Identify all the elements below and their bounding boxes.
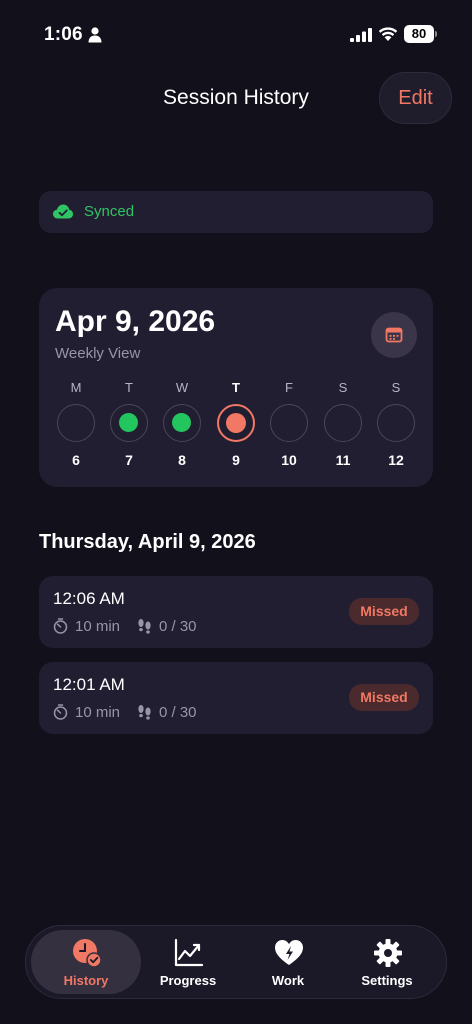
screen: 1:06 80 Session History Edit Synced Apr … [0,0,472,1024]
status-badge: Missed [349,684,419,711]
day-indicator-empty [57,404,95,442]
day-column-mon[interactable]: M 6 [56,380,96,468]
day-number: 7 [125,452,133,468]
tab-bar: History Progress Work Settings [25,925,447,999]
sync-banner: Synced [39,191,433,233]
day-column-fri[interactable]: F 10 [269,380,309,468]
day-column-thu[interactable]: T 9 [216,380,256,468]
day-number: 10 [281,452,297,468]
day-number: 12 [388,452,404,468]
tab-label: Work [271,973,305,988]
day-number: 8 [178,452,186,468]
day-letter: S [391,380,401,395]
status-time: 1:06 [44,24,83,45]
day-column-sun[interactable]: S 12 [376,380,416,468]
status-badge: Missed [349,598,419,625]
tab-history[interactable]: History [31,930,141,994]
day-letter: W [175,380,189,395]
session-time: 12:01 AM [53,675,125,694]
sessions-date-heading: Thursday, April 9, 2026 [39,531,256,553]
day-indicator-empty [377,404,415,442]
day-column-sat[interactable]: S 11 [323,380,363,468]
session-card[interactable]: 12:06 AM 10 min 0 / 30 Missed [39,576,433,648]
day-indicator-empty [324,404,362,442]
selected-date: Apr 9, 2026 [55,305,216,338]
session-steps: 0 / 30 [159,618,197,635]
day-letter: S [338,380,348,395]
weekly-view-card: Apr 9, 2026 Weekly View M 6 T 7 W 8 T 9 … [39,288,433,487]
day-indicator-completed [163,404,201,442]
calendar-button[interactable] [371,312,417,358]
day-indicator-completed [110,404,148,442]
wifi-icon [378,27,398,41]
day-number: 6 [72,452,80,468]
tab-progress[interactable]: Progress [133,930,243,994]
session-duration: 10 min [75,618,121,635]
timer-icon [53,618,68,634]
tab-settings[interactable]: Settings [332,930,442,994]
history-icon [73,939,102,968]
battery-indicator: 80 [404,25,434,43]
tab-label: History [63,973,109,988]
status-bar: 1:06 80 [0,0,472,70]
tab-label: Settings [361,973,413,988]
timer-icon [53,704,68,720]
day-letter: M [70,380,82,395]
battery-tip [435,31,437,37]
day-column-tue[interactable]: T 7 [109,380,149,468]
day-number: 11 [335,452,351,468]
footsteps-icon [138,619,151,634]
footsteps-icon [138,705,151,720]
session-card[interactable]: 12:01 AM 10 min 0 / 30 Missed [39,662,433,734]
person-icon [88,27,102,43]
chart-icon [174,938,204,967]
tab-label: Progress [159,973,217,988]
cellular-signal-icon [350,28,372,42]
heart-bolt-icon [275,940,303,965]
day-indicator-empty [270,404,308,442]
edit-button[interactable]: Edit [379,72,452,124]
day-letter: F [285,380,293,395]
session-duration: 10 min [75,704,121,721]
cloud-check-icon [53,204,73,219]
gear-icon [374,939,402,967]
sync-status-text: Synced [84,203,135,220]
day-indicator-today [217,404,255,442]
session-steps: 0 / 30 [159,704,197,721]
session-time: 12:06 AM [53,589,125,608]
day-number: 9 [232,452,240,468]
calendar-icon [385,327,403,343]
week-subtitle: Weekly View [55,345,141,362]
day-letter: T [125,380,133,395]
day-letter: T [232,380,240,395]
tab-work[interactable]: Work [233,930,343,994]
day-column-wed[interactable]: W 8 [162,380,202,468]
